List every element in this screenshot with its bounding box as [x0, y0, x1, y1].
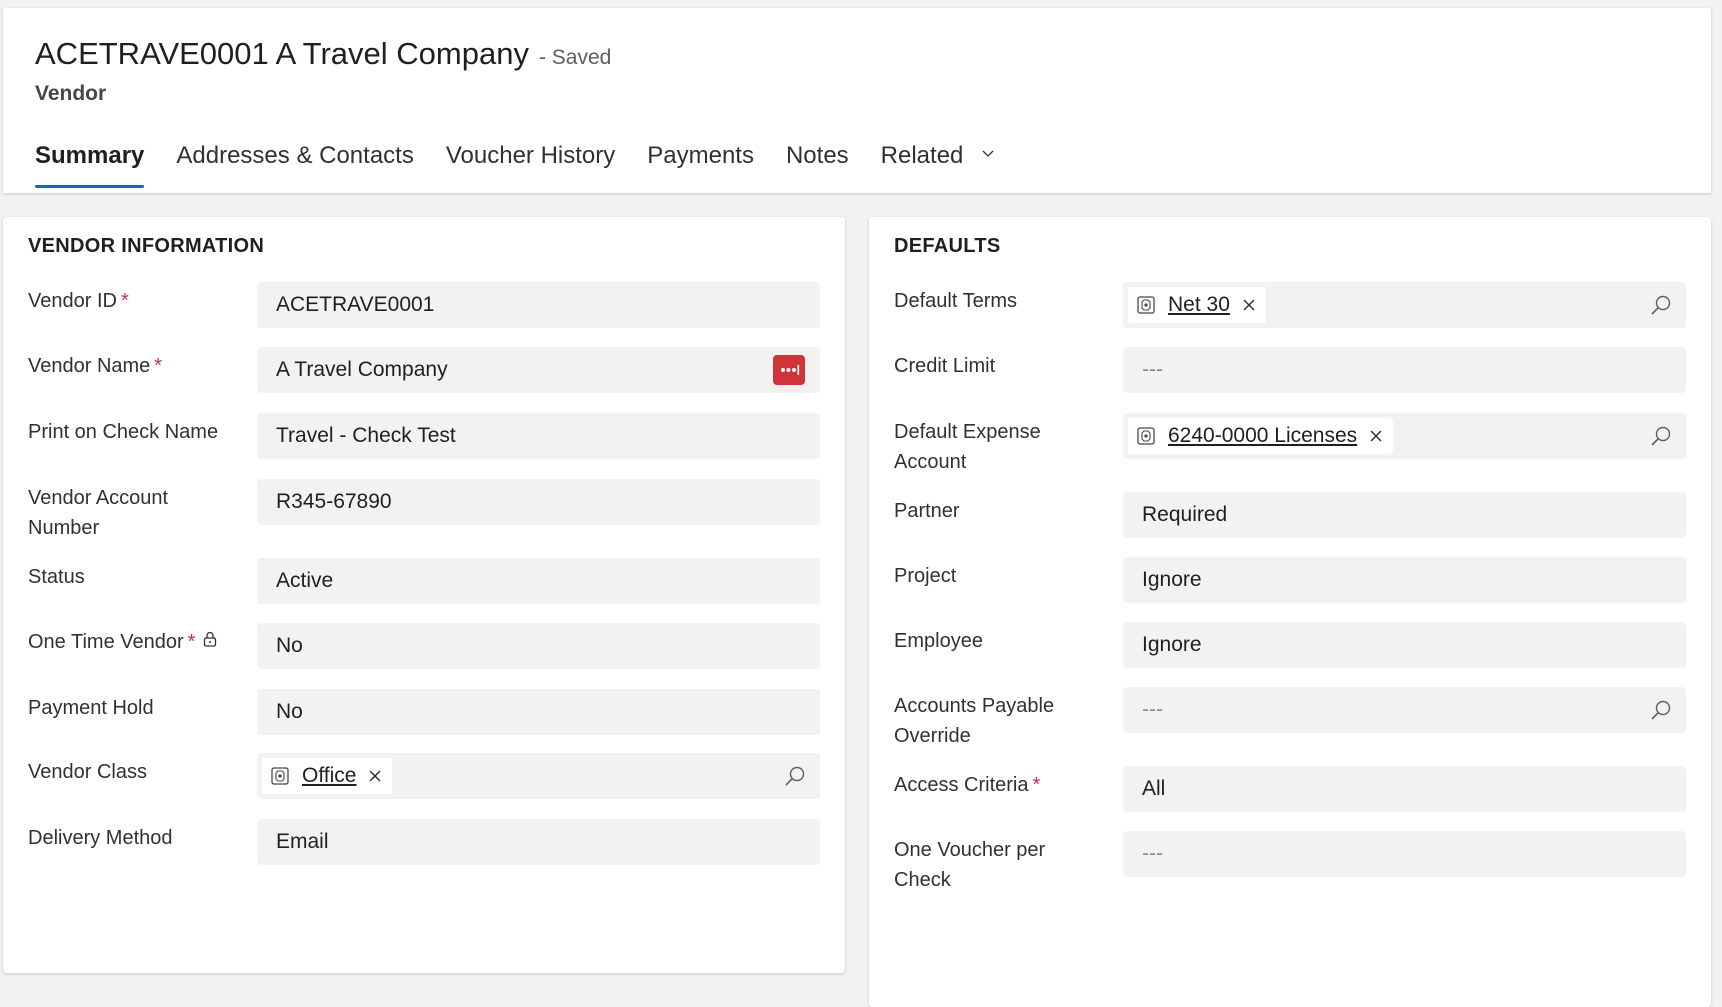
print-on-check-name-label: Print on Check Name — [28, 421, 219, 443]
required-indicator: * — [154, 355, 163, 377]
accounts-payable-override-lookup[interactable]: --- — [1123, 687, 1686, 733]
page-title: ACETRAVE0001 A Travel Company — [35, 36, 529, 71]
entity-record-icon — [1137, 296, 1155, 314]
default-terms-tag: Net 30 — [1128, 287, 1266, 323]
print-on-check-name-field[interactable]: Travel - Check Test — [257, 413, 820, 459]
required-indicator: * — [1032, 774, 1041, 796]
vendor-information-section: VENDOR INFORMATION Vendor ID * ACETRAVE00… — [3, 217, 845, 973]
defaults-section: DEFAULTS Default Terms Net 30 Credit Lim… — [869, 217, 1711, 1007]
partner-field[interactable]: Required — [1123, 492, 1686, 538]
partner-label: Partner — [894, 500, 960, 522]
one-time-vendor-label-text: One Time Vendor — [28, 631, 184, 653]
status-field[interactable]: Active — [257, 558, 820, 604]
tab-summary[interactable]: Summary — [35, 136, 145, 188]
delivery-method-label: Delivery Method — [28, 827, 173, 849]
access-criteria-label-text: Access Criteria — [894, 774, 1029, 796]
search-icon[interactable] — [784, 765, 806, 787]
status-label: Status — [28, 566, 85, 588]
title-row: ACETRAVE0001 A Travel Company - Saved — [35, 36, 611, 72]
vendor-name-label-text: Vendor Name — [28, 355, 151, 377]
vendor-name-field[interactable]: A Travel Company — [257, 347, 820, 393]
default-expense-account-tag: 6240-0000 Licenses — [1128, 418, 1394, 454]
save-status: - Saved — [538, 46, 612, 69]
section-title: DEFAULTS — [894, 235, 1001, 257]
one-time-vendor-label: One Time Vendor * — [28, 627, 233, 657]
close-icon[interactable] — [368, 769, 382, 783]
vendor-class-link[interactable]: Office — [302, 753, 356, 799]
record-header: ACETRAVE0001 A Travel Company - Saved Ve… — [3, 8, 1711, 193]
password-manager-icon[interactable] — [773, 355, 805, 385]
default-terms-link[interactable]: Net 30 — [1168, 282, 1230, 328]
vendor-account-number-field[interactable]: R345-67890 — [257, 479, 820, 525]
vendor-class-label: Vendor Class — [28, 761, 147, 783]
employee-label: Employee — [894, 630, 983, 652]
credit-limit-field[interactable]: --- — [1123, 347, 1686, 393]
entity-name: Vendor — [35, 82, 107, 105]
credit-limit-value: --- — [1142, 358, 1163, 381]
search-icon[interactable] — [1650, 294, 1672, 316]
one-voucher-per-check-label: One Voucher per Check — [894, 839, 1046, 891]
search-icon[interactable] — [1650, 425, 1672, 447]
delivery-method-field[interactable]: Email — [257, 819, 820, 865]
payment-hold-field[interactable]: No — [257, 689, 820, 735]
access-criteria-label: Access Criteria * — [894, 770, 1099, 800]
accounts-payable-override-label: Accounts Payable Override — [894, 695, 1055, 747]
tab-voucher-history[interactable]: Voucher History — [446, 136, 615, 188]
one-voucher-per-check-value: --- — [1142, 842, 1163, 865]
default-expense-account-link[interactable]: 6240-0000 Licenses — [1168, 413, 1357, 459]
tab-payments[interactable]: Payments — [647, 136, 754, 188]
payment-hold-label: Payment Hold — [28, 697, 154, 719]
credit-limit-label: Credit Limit — [894, 355, 996, 377]
close-icon[interactable] — [1369, 429, 1383, 443]
tab-related[interactable]: Related — [881, 136, 994, 188]
close-icon[interactable] — [1242, 298, 1256, 312]
vendor-id-label: Vendor ID * — [28, 286, 233, 316]
tab-list: Summary Addresses & Contacts Voucher His… — [35, 136, 1026, 188]
access-criteria-field[interactable]: All — [1123, 766, 1686, 812]
accounts-payable-override-value: --- — [1142, 698, 1163, 721]
section-title: VENDOR INFORMATION — [28, 235, 265, 257]
lock-icon — [204, 631, 217, 647]
tab-notes[interactable]: Notes — [786, 136, 849, 188]
vendor-id-label-text: Vendor ID — [28, 290, 117, 312]
entity-record-icon — [271, 767, 289, 785]
tab-addresses-contacts[interactable]: Addresses & Contacts — [176, 136, 413, 188]
vendor-name-label: Vendor Name * — [28, 351, 233, 381]
chevron-down-icon — [982, 150, 994, 157]
default-expense-account-lookup[interactable]: 6240-0000 Licenses — [1123, 413, 1686, 459]
default-terms-label: Default Terms — [894, 290, 1018, 312]
entity-record-icon — [1137, 427, 1155, 445]
tab-related-label: Related — [880, 142, 964, 169]
search-icon[interactable] — [1650, 699, 1672, 721]
vendor-name-value: A Travel Company — [276, 358, 448, 381]
project-label: Project — [894, 565, 957, 587]
vendor-id-field[interactable]: ACETRAVE0001 — [257, 282, 820, 328]
one-time-vendor-field[interactable]: No — [257, 623, 820, 669]
required-indicator: * — [120, 290, 129, 312]
vendor-class-tag: Office — [262, 758, 393, 794]
project-field[interactable]: Ignore — [1123, 557, 1686, 603]
default-expense-account-label: Default Expense Account — [894, 421, 1041, 473]
employee-field[interactable]: Ignore — [1123, 622, 1686, 668]
vendor-class-lookup[interactable]: Office — [257, 753, 820, 799]
vendor-account-number-label: Vendor Account Number — [28, 487, 169, 539]
required-indicator: * — [187, 631, 196, 653]
one-voucher-per-check-field[interactable]: --- — [1123, 831, 1686, 877]
default-terms-lookup[interactable]: Net 30 — [1123, 282, 1686, 328]
